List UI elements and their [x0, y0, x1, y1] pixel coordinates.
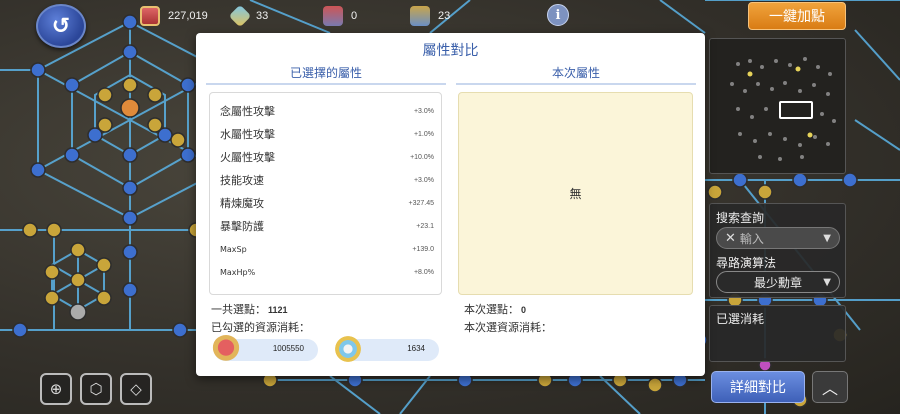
back-arrow-icon: ↺ — [51, 13, 71, 39]
chevron-up-icon: ︿ — [821, 379, 838, 398]
info-button[interactable]: i — [547, 4, 569, 26]
selected-cost-label: 已選消耗 — [716, 312, 765, 326]
resource-box-value: 23 — [438, 10, 451, 22]
chevron-down-icon[interactable]: ▼ — [823, 233, 831, 244]
cost-medal-pill: 1005550 — [212, 335, 318, 363]
box-icon — [410, 6, 430, 26]
list-item: MaxHp% +8.0% — [220, 267, 434, 277]
algorithm-value: 最少勳章 — [753, 275, 802, 290]
selected-attributes-list[interactable]: 念屬性攻擊 +3.0% 水屬性攻擊 +1.0% 火屬性攻擊 +10.0% 技能攻… — [209, 92, 442, 295]
zoom-button[interactable]: ⊕ — [40, 373, 72, 405]
search-input[interactable]: ✕ 輸入 ▼ — [716, 227, 840, 249]
gem-icon — [228, 4, 252, 28]
list-item: 技能攻速 +3.0% — [220, 174, 434, 187]
gem-icon — [334, 335, 362, 363]
algorithm-select[interactable]: 最少勳章 ▼ — [716, 271, 840, 293]
resource-chest: 0 — [323, 4, 357, 28]
search-placeholder: 輸入 — [739, 231, 764, 246]
current-points-value: 0 — [521, 305, 527, 315]
algorithm-label: 尋路演算法 — [716, 256, 777, 270]
search-label: 搜索查詢 — [716, 211, 765, 225]
current-cost-label: 本次選資源消耗： — [464, 321, 552, 334]
chevron-down-icon: ▼ — [823, 276, 831, 288]
resource-gem-value: 33 — [256, 10, 269, 22]
minimap-graph — [730, 57, 836, 161]
minimap[interactable] — [709, 38, 846, 174]
resource-chest-value: 0 — [351, 10, 358, 22]
dialog-title: 屬性對比 — [422, 43, 479, 59]
medal-icon — [212, 335, 240, 363]
current-attributes-header: 本次屬性 — [551, 66, 600, 80]
zoom-icon: ⊕ — [49, 380, 63, 398]
list-item: 火屬性攻擊 +10.0% — [220, 151, 434, 164]
list-item: MaxSp +139.0 — [220, 244, 434, 254]
cost-gem-value: 1634 — [407, 344, 425, 353]
locate-button[interactable]: ◇ — [120, 373, 152, 405]
checked-cost-label: 已勾選的資源消耗： — [211, 321, 310, 334]
clear-icon[interactable]: ✕ — [725, 231, 736, 246]
auto-add-button[interactable]: 一鍵加點 — [748, 2, 846, 30]
minimap-viewport-frame[interactable] — [779, 101, 813, 119]
list-item: 暴擊防護 +23.1 — [220, 220, 434, 233]
collapse-button[interactable]: ︿ — [812, 371, 848, 403]
shield-icon: ⬡ — [89, 380, 103, 398]
search-panel: 搜索查詢 ✕ 輸入 ▼ 尋路演算法 最少勳章 ▼ — [709, 203, 846, 298]
resource-gem: 33 — [228, 4, 269, 28]
chest-icon — [323, 6, 343, 26]
list-item: 精煉魔攻 +327.45 — [220, 197, 434, 210]
total-points: 一共選點： 1121 — [211, 303, 288, 316]
current-attributes-panel: 無 — [458, 92, 693, 295]
attribute-compare-dialog: 屬性對比 已選擇的屬性 本次屬性 念屬性攻擊 +3.0% 水屬性攻擊 +1.0%… — [196, 33, 705, 376]
current-points: 本次選點： 0 — [464, 303, 527, 316]
cost-medal-value: 1005550 — [272, 344, 304, 353]
medal-icon — [140, 6, 160, 26]
back-button[interactable]: ↺ — [36, 4, 86, 48]
detail-compare-button[interactable]: 詳細對比 — [711, 371, 805, 403]
header-underline — [456, 83, 696, 85]
header-underline — [206, 83, 446, 85]
resource-box: 23 — [410, 4, 450, 28]
resource-medal: 227,019 — [140, 4, 208, 28]
resource-medal-value: 227,019 — [168, 10, 208, 22]
cost-gem-pill: 1634 — [334, 335, 439, 363]
locate-icon: ◇ — [130, 380, 142, 398]
empty-text: 無 — [569, 187, 582, 201]
selected-cost-panel: 已選消耗 — [709, 305, 846, 362]
total-points-value: 1121 — [268, 305, 288, 315]
list-item: 水屬性攻擊 +1.0% — [220, 128, 434, 141]
selected-attributes-header: 已選擇的屬性 — [289, 66, 362, 80]
list-item: 念屬性攻擊 +3.0% — [220, 105, 434, 118]
shield-button[interactable]: ⬡ — [80, 373, 112, 405]
